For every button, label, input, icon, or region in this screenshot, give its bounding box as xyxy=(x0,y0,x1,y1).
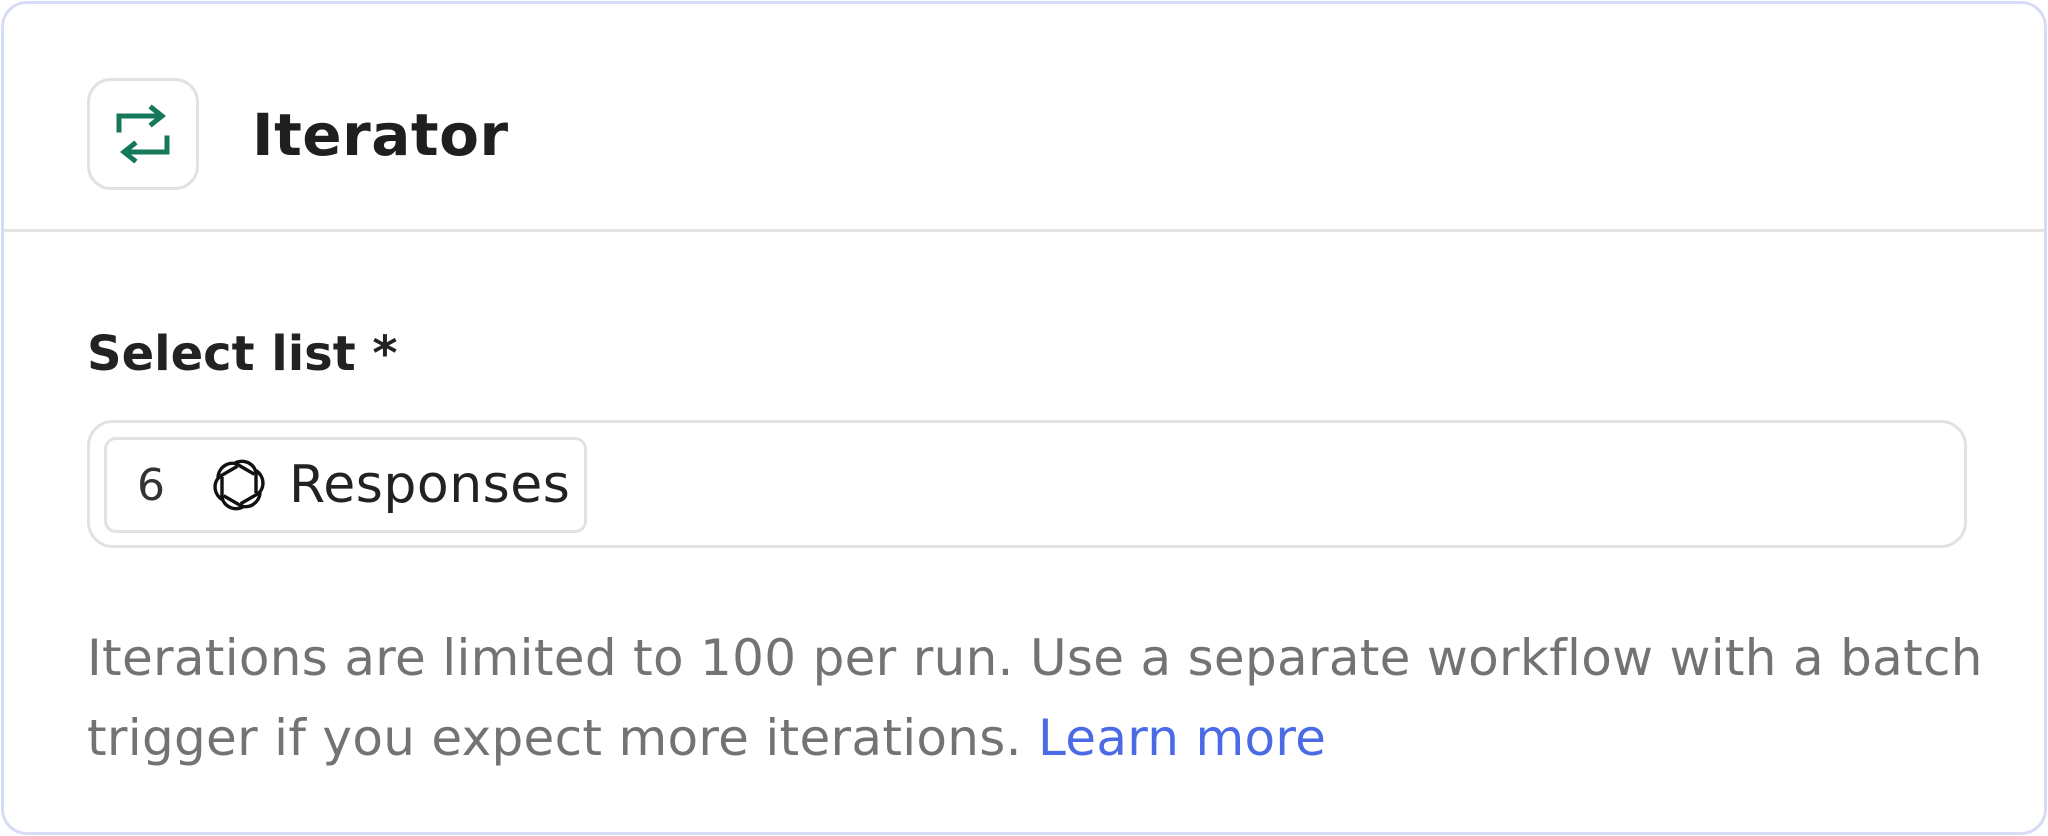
select-list-input[interactable]: 6 Responses xyxy=(87,420,1967,548)
node-title: Iterator xyxy=(252,101,509,169)
chip-label: Responses xyxy=(289,455,571,515)
chip-step-number: 6 xyxy=(137,459,165,511)
iterator-card: Iterator Select list * 6 Responses Itera… xyxy=(1,1,2047,835)
help-message: Iterations are limited to 100 per run. U… xyxy=(87,629,1983,767)
card-header: Iterator xyxy=(4,4,2044,232)
learn-more-link[interactable]: Learn more xyxy=(1038,709,1326,767)
selected-list-chip[interactable]: 6 Responses xyxy=(104,437,588,533)
help-text: Iterations are limited to 100 per run. U… xyxy=(87,618,1987,778)
repeat-arrows-icon xyxy=(116,104,170,164)
node-icon-box xyxy=(87,78,199,190)
openai-logo-icon xyxy=(213,459,265,511)
select-list-label: Select list * xyxy=(87,326,398,382)
